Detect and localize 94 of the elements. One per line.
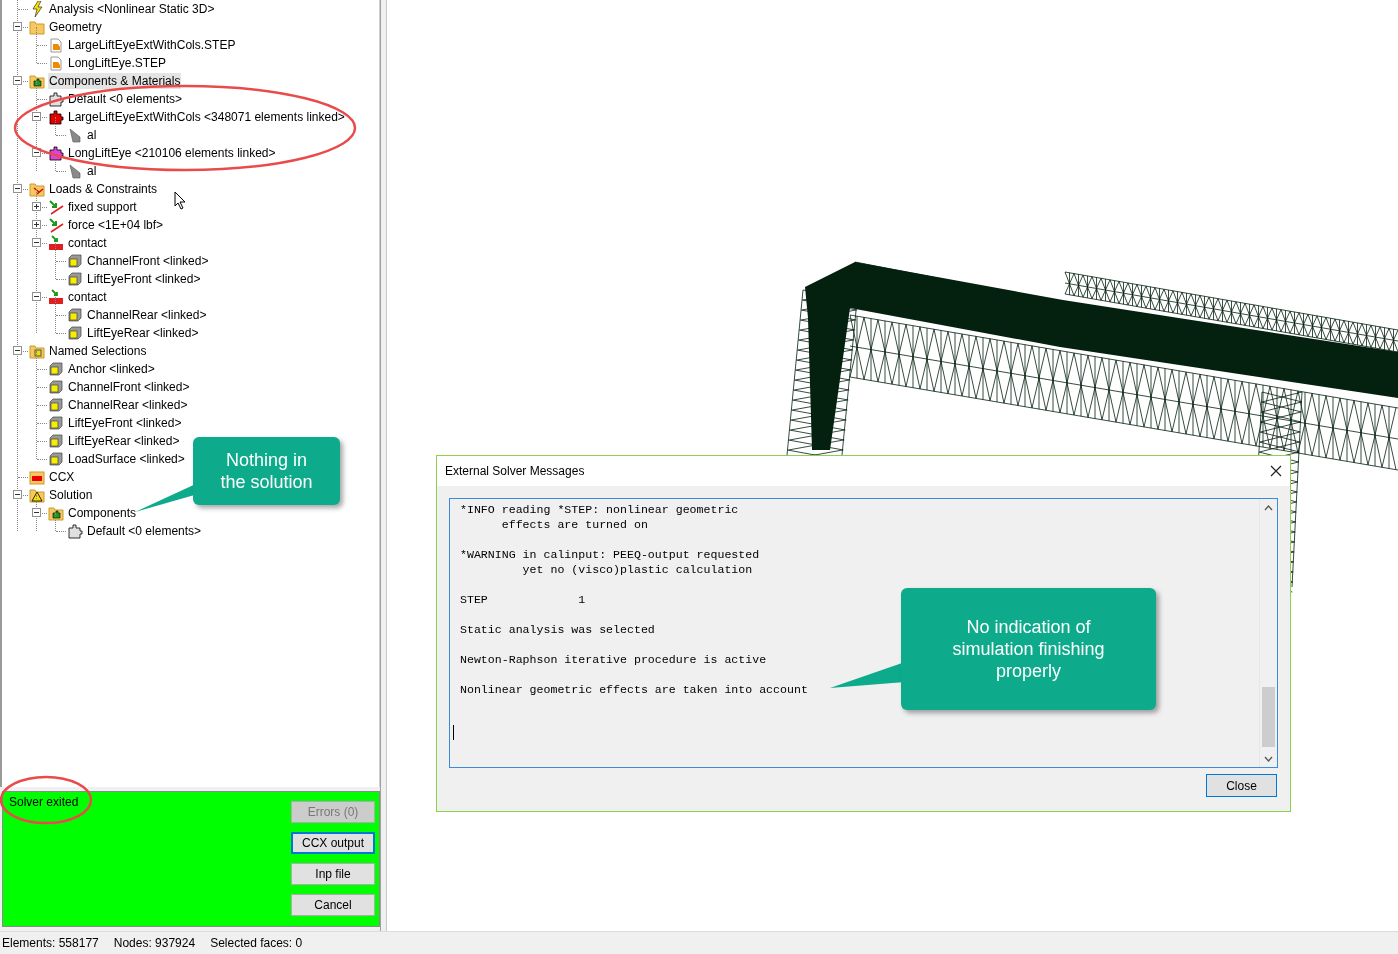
cube-icon [48,433,64,449]
arrow-support-icon [48,199,64,215]
file-icon [48,55,64,71]
callout-note: No indication of simulation finishing properly [901,588,1156,710]
ccx-folder-icon [29,469,45,485]
tree-item-label[interactable]: LargeLiftEyeExtWithCols <348071 elements linked> [67,109,346,125]
expand-toggle[interactable] [32,202,41,211]
status-text: Nodes: 937924 [113,936,196,950]
folder-icon [29,19,45,35]
expand-toggle[interactable] [32,220,41,229]
tree-item-label[interactable]: LongLiftEye <210106 elements linked> [67,145,277,161]
file-icon [48,37,64,53]
tree-item-label[interactable]: ChannelRear <linked> [86,307,208,323]
tree-item-label[interactable]: LiftEyeFront <linked> [67,415,183,431]
cube-icon [48,361,64,377]
tree-item-label[interactable]: LiftEyeRear <linked> [86,325,200,341]
tree-item-label[interactable]: LargeLiftEyeExtWithCols.STEP [67,37,237,53]
tree-item-label[interactable]: LoadSurface <linked> [67,451,186,467]
puzzle-icon [48,91,64,107]
tree-item-label[interactable]: al [86,127,98,143]
status-text: Elements: 558177 [2,936,99,950]
message-text: Static analysis was selected [460,622,655,637]
tree-item-label[interactable]: Named Selections [48,343,148,359]
message-text: Newton-Raphson iterative procedure is active [460,652,767,667]
cube-icon [67,253,83,269]
tree-item-label[interactable]: Components [67,505,138,521]
collapse-toggle[interactable] [13,22,22,31]
tree-item-label[interactable]: ChannelFront <linked> [86,253,210,269]
ccx-contact-icon [48,289,64,305]
collapse-toggle[interactable] [32,508,41,517]
cube-icon [48,415,64,431]
tree-item-label[interactable]: ChannelRear <linked> [67,397,189,413]
cube-icon [48,379,64,395]
cube-icon [67,325,83,341]
scroll-up-icon[interactable] [1264,505,1273,511]
material-icon [67,127,83,143]
solver-status-text: Solver exited [9,795,79,809]
lightning-icon [29,1,45,17]
vertical-scrollbar[interactable] [1259,499,1277,767]
collapse-toggle[interactable] [32,238,41,247]
puzzle-icon [67,523,83,539]
tree-item-label[interactable]: contact [67,235,108,251]
folder-puzzle-icon [29,73,45,89]
tree-item-label[interactable]: LiftEyeFront <linked> [86,271,202,287]
scrollbar-thumb[interactable] [1262,687,1275,747]
message-text: *WARNING in calinput: PEEQ-output requested yet no (visco)plastic calculation [460,547,760,577]
folder-puzzle-icon [48,505,64,521]
cube-icon [67,307,83,323]
puzzle-icon [48,145,64,161]
collapse-toggle[interactable] [32,292,41,301]
solver-button[interactable]: Cancel [291,894,375,916]
ccx-contact-icon [48,235,64,251]
tree-item-label[interactable]: ChannelFront <linked> [67,379,191,395]
close-button[interactable]: Close [1206,774,1277,797]
tree-item-label[interactable]: LongLiftEye.STEP [67,55,168,71]
collapse-toggle[interactable] [13,184,22,193]
cube-icon [48,451,64,467]
tree-item-label[interactable]: CCX [48,469,76,485]
collapse-toggle[interactable] [13,346,22,355]
mouse-pointer-icon [174,191,186,210]
message-text: STEP 1 [460,592,586,607]
tree-item-label[interactable]: Solution [48,487,94,503]
status-text: Selected faces: 0 [210,936,303,950]
cube-icon [48,397,64,413]
tree-item-label[interactable]: Components & Materials [48,73,182,89]
message-text: *INFO reading *STEP: nonlinear geometric effects are turned on [460,502,739,532]
puzzle-icon [48,109,64,125]
tree-item-label[interactable]: Loads & Constraints [48,181,159,197]
tree-item-label[interactable]: LiftEyeRear <linked> [67,433,181,449]
folder-cube-icon [29,343,45,359]
collapse-toggle[interactable] [32,148,41,157]
callout-note: Nothing in the solution [193,437,340,505]
tree-item-label[interactable]: Default <0 elements> [86,523,203,539]
tree-item-label[interactable]: al [86,163,98,179]
tree-item-label[interactable]: Anchor <linked> [67,361,156,377]
collapse-toggle[interactable] [32,112,41,121]
collapse-toggle[interactable] [13,76,22,85]
arrow-support-icon [48,217,64,233]
tree-item-label[interactable]: fixed support [67,199,138,215]
tree-item-label[interactable]: contact [67,289,108,305]
cube-icon [67,271,83,287]
solver-button[interactable]: Inp file [291,863,375,885]
message-text: Nonlinear geometric effects are taken into account [460,682,808,697]
folder-arrow-icon [29,181,45,197]
tree-item-label[interactable]: force <1E+04 lbf> [67,217,165,233]
close-icon[interactable] [1270,465,1282,477]
collapse-toggle[interactable] [13,490,22,499]
solver-button[interactable]: CCX output [291,832,375,854]
dialog-title: External Solver Messages [445,464,585,478]
scroll-down-icon[interactable] [1264,756,1273,762]
tree-item-label[interactable]: Geometry [48,19,103,35]
material-icon [67,163,83,179]
folder-triangle-icon [29,487,45,503]
tree-item-label[interactable]: Analysis <Nonlinear Static 3D> [48,1,216,17]
